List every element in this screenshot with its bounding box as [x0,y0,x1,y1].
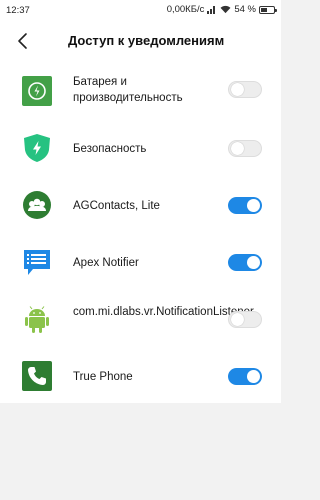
status-time: 12:37 [6,5,30,16]
app-label: True Phone [73,371,133,383]
list-item[interactable]: Батарея и производительность [0,64,281,121]
app-label: AGContacts, Lite [73,200,160,212]
toggle-knob [247,256,260,269]
app-label: Батарея и производительность [73,76,183,104]
page-title: Доступ к уведомлениям [68,33,225,48]
list-item[interactable]: AGContacts, Lite [0,178,281,235]
app-label: com.mi.dlabs.vr.NotificationListener [73,306,254,318]
toggle-switch[interactable] [228,311,262,328]
android-icon [25,306,49,333]
list-item[interactable]: com.mi.dlabs.vr.NotificationListener [0,292,281,349]
battery-percent: 54 % [234,4,256,15]
wifi-icon [220,5,231,14]
phone-icon [22,361,52,391]
toggle-switch[interactable] [228,254,262,271]
toggle-knob [247,370,260,383]
header: Доступ к уведомлениям [0,20,281,64]
apex-notifier-icon [24,250,50,275]
toggle-knob [247,199,260,212]
battery-performance-icon [22,76,52,106]
list-item[interactable]: True Phone [0,349,281,406]
status-bar: 12:37 0,00КБ/с 54 % [0,0,281,20]
app-label: Apex Notifier [73,257,139,269]
chevron-left-icon[interactable] [12,30,34,52]
toggle-knob [231,313,244,326]
battery-charging-icon [259,5,277,14]
app-label: Безопасность [73,143,147,155]
toggle-switch[interactable] [228,368,262,385]
toggle-knob [231,142,244,155]
toggle-knob [231,83,244,96]
network-speed: 0,00КБ/с [166,4,205,15]
signal-icon [207,5,217,14]
security-shield-icon [24,134,50,162]
toggle-switch[interactable] [228,81,262,98]
notification-access-list: Батарея и производительность Безопасност… [0,64,281,403]
toggle-switch[interactable] [228,197,262,214]
toggle-switch[interactable] [228,140,262,157]
agcontacts-icon [23,191,51,219]
list-item[interactable]: Безопасность [0,121,281,178]
list-item[interactable]: Apex Notifier [0,235,281,292]
